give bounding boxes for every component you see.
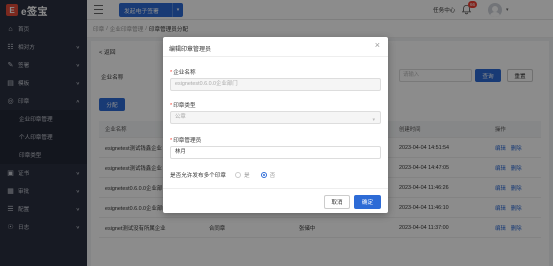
seal-type-label: *印章类型 [170, 103, 196, 109]
seal-admin-label: *印章管理员 [170, 138, 202, 144]
dialog-title: 编辑印章管理员 [169, 47, 212, 53]
radio-yes[interactable] [234, 172, 241, 178]
dialog-header: 编辑印章管理员 × [163, 37, 388, 57]
cancel-button[interactable]: 取消 [324, 195, 350, 209]
seal-type-select: 公章 ▾ [170, 111, 381, 124]
dialog-footer: 取消 确定 [163, 188, 388, 213]
radio-no-label[interactable]: 否 [270, 171, 276, 179]
chevron-down-icon: ▾ [372, 117, 375, 123]
close-icon[interactable]: × [375, 41, 380, 50]
company-name-label: *企业名称 [170, 70, 196, 76]
seal-admin-field[interactable]: 林月 [170, 146, 381, 159]
allow-multiple-label: 是否允许发布多个印章 [170, 173, 226, 179]
seal-type-value: 公章 [175, 114, 186, 120]
company-name-field: esignetest0.6.0.0企业部门 [170, 78, 381, 91]
confirm-button[interactable]: 确定 [354, 195, 381, 209]
edit-seal-admin-dialog: 编辑印章管理员 × *企业名称 esignetest0.6.0.0企业部门 *印… [163, 37, 388, 213]
radio-no[interactable] [260, 172, 267, 178]
allow-multiple-seals-group: 是否允许发布多个印章 是 否 [170, 171, 283, 179]
radio-yes-label[interactable]: 是 [244, 171, 250, 179]
